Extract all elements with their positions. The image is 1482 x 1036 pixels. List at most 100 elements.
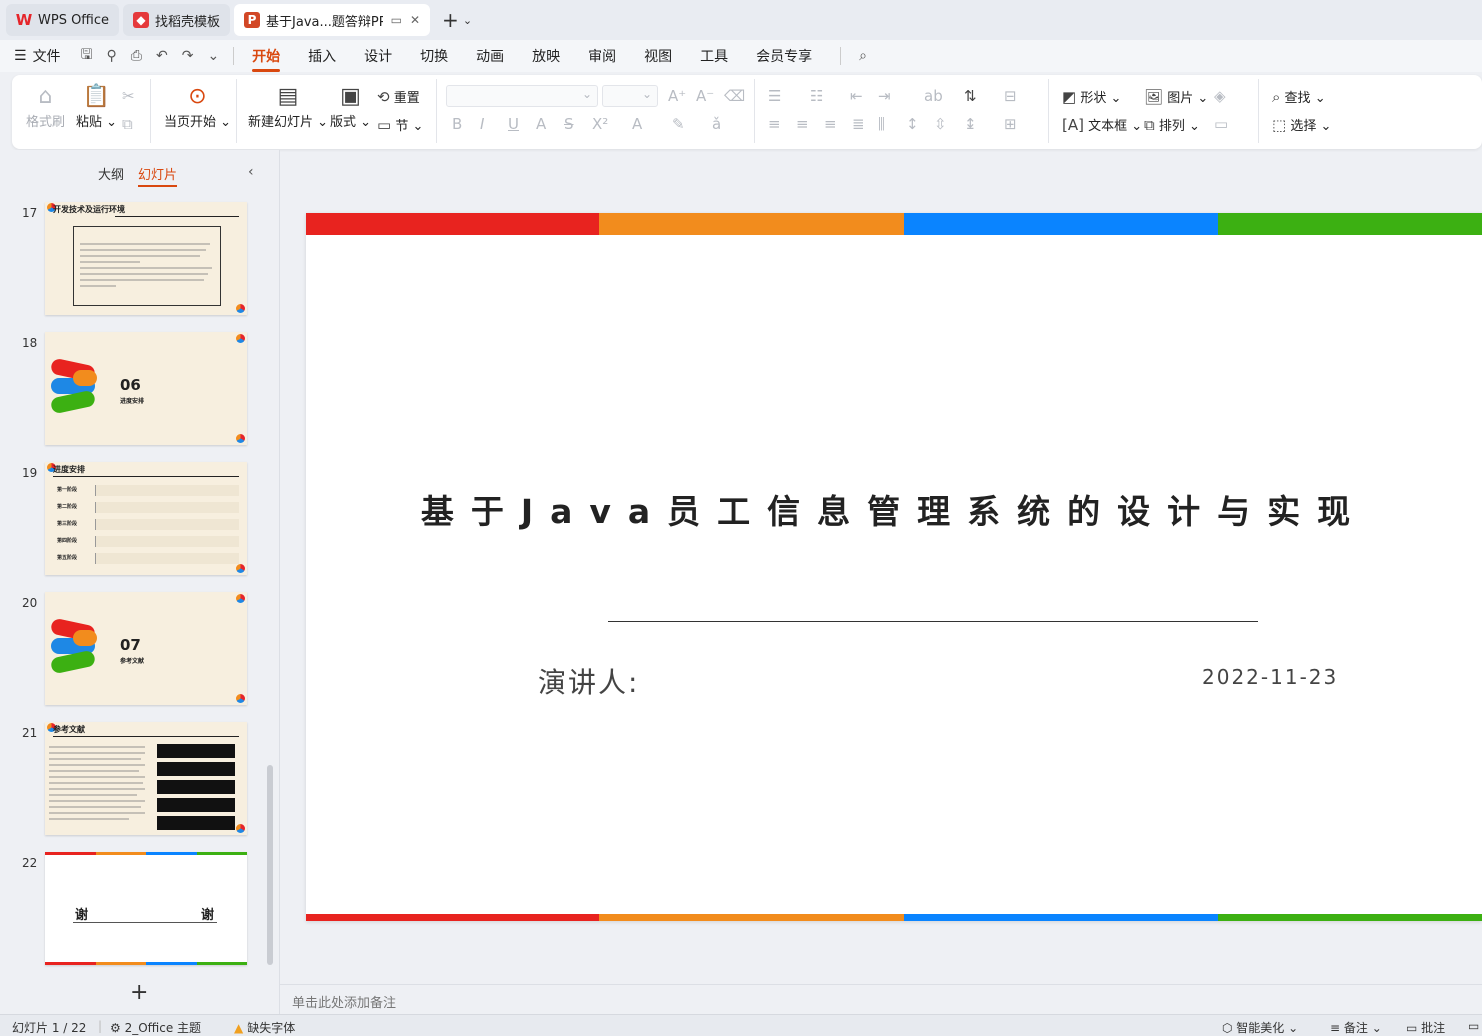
new-slide-button[interactable]: ▤ 新建幻灯片 ⌄ [248,83,328,130]
menu-tab-design[interactable]: 设计 [364,46,392,66]
view-normal-icon[interactable]: ▭ [1468,1019,1479,1033]
section-button[interactable]: ▭ 节 ⌄ [377,115,423,135]
superscript-button[interactable]: X² [592,115,608,133]
align-right-button[interactable]: ≡ [824,115,837,133]
shrink-font-button[interactable]: A⁻ [696,87,714,105]
add-slide-plus-icon[interactable]: + [130,980,148,1005]
select-button[interactable]: ⬚ 选择 ⌄ [1272,115,1331,135]
underline-button[interactable]: U [508,115,519,133]
reset-label: 重置 [393,91,420,106]
align-left-button[interactable]: ≡ [768,115,781,133]
grow-font-button[interactable]: A⁺ [668,87,686,105]
layout-button[interactable]: ▣ 版式 ⌄ [330,83,371,130]
reset-button[interactable]: ⟲ 重置 [377,87,420,107]
menu-tab-home[interactable]: 开始 [252,46,281,72]
tab-wps-office[interactable]: W WPS Office [6,4,120,36]
paragraph-spacing-button[interactable]: ⇳ [934,115,947,133]
save-icon[interactable]: 🖫 [81,44,93,68]
slide-thumbnail-20[interactable]: 07 参考文献 [45,592,247,705]
collapse-panel-icon[interactable]: ‹ [248,164,254,180]
print-preview-icon[interactable]: ⎙ [131,48,142,64]
missing-font-indicator[interactable]: ▲ 缺失字体 [234,1019,295,1036]
slide-thumbnail-17[interactable]: 开发技术及运行环境 [45,202,247,315]
menu-tab-animations[interactable]: 动画 [476,46,504,66]
timeline-row: 第二阶段 [53,501,241,515]
increase-indent-button[interactable]: ⇥ [878,87,891,105]
menu-tab-insert[interactable]: 插入 [308,46,336,66]
textbox-button[interactable]: [A] 文本框 ⌄ [1062,115,1142,135]
font-color-button[interactable]: A [632,115,642,133]
bullets-button[interactable]: ☰ [768,87,781,105]
menu-tab-review[interactable]: 审阅 [588,46,616,66]
font-family-select[interactable] [446,85,598,107]
tab-current-document[interactable]: P 基于Java...题答辩PPT ▭ ✕ [234,4,431,36]
italic-button[interactable]: I [480,115,484,133]
search-icon[interactable]: ⌕ [859,48,867,64]
new-tab-plus-icon[interactable]: + [442,8,459,32]
decrease-indent-button[interactable]: ⇤ [850,87,863,105]
comments-button[interactable]: ▭ 批注 [1406,1019,1445,1036]
redo-icon[interactable]: ↷ [182,48,194,64]
cut-button[interactable]: ✂ [122,87,135,105]
find-button[interactable]: ⌕ 查找 ⌄ [1272,87,1326,107]
phonetic-button[interactable]: ǎ [712,115,721,133]
arrange-button[interactable]: ⧉ 排列 ⌄ [1144,115,1200,135]
clear-format-button[interactable]: ⌫ [724,87,745,105]
menu-tab-transitions[interactable]: 切换 [420,46,448,66]
smart-beautify-button[interactable]: ⬡ 智能美化 ⌄ [1222,1019,1298,1036]
shadow-button[interactable]: A [536,115,546,133]
spacing-menu-button[interactable]: ↨ [964,115,977,133]
monitor-icon[interactable]: ▭ [391,13,402,27]
slide-canvas[interactable]: 基于Java员工信息管理系统的设计与实现 演讲人: 2022-11-23 [306,213,1482,921]
numbering-button[interactable]: ☷ [810,87,823,105]
align-text-button[interactable]: ⊟ [1004,87,1017,105]
speaker-label[interactable]: 演讲人: [538,661,639,701]
thumb-bottom-stripe [45,962,247,965]
menu-tab-member[interactable]: 会员专享 [756,46,812,66]
menu-tab-slideshow[interactable]: 放映 [532,46,560,66]
find-icon: ⌕ [1272,87,1281,106]
highlight-button[interactable]: ✎ [672,115,685,133]
tab-daoke-template[interactable]: ◆ 找稻壳模板 [123,4,231,36]
justify-button[interactable]: ≣ [852,115,865,133]
chevron-down-icon[interactable]: ⌄ [463,14,472,27]
quick-access-more-icon[interactable]: ⌄ [207,48,219,64]
columns-button[interactable]: ⊞ [1004,115,1017,133]
menu-tab-tools[interactable]: 工具 [700,46,728,66]
menu-tab-view[interactable]: 视图 [644,46,672,66]
fill-button[interactable]: ◈ [1214,87,1226,105]
thumbnail-scrollbar[interactable] [267,765,273,965]
distribute-button[interactable]: ⫼ [878,115,885,133]
notes-pane[interactable]: 单击此处添加备注 [280,984,1482,1014]
paste-button[interactable]: 📋 粘贴 ⌄ [76,83,117,130]
bold-button[interactable]: B [452,115,462,133]
tab-outline[interactable]: 大纲 [98,164,124,183]
share-icon[interactable]: ⚲ [107,48,117,64]
tab-slides[interactable]: 幻灯片 [138,164,178,187]
slide-thumbnail-19[interactable]: 进度安排 第一阶段 第二阶段 第三阶段 第四阶段 第五阶段 [45,462,247,575]
slide-thumbnail-21[interactable]: 参考文献 [45,722,247,835]
format-painter-button[interactable]: ⌂ 格式刷 [26,83,65,130]
slide-title[interactable]: 基于Java员工信息管理系统的设计与实现 [306,485,1482,533]
align-center-button[interactable]: ≡ [796,115,809,133]
hamburger-icon: ☰ [14,48,27,64]
line-spacing-button[interactable]: ↕ [906,115,919,133]
close-tab-icon[interactable]: ✕ [410,13,420,27]
slide-thumbnail-18[interactable]: 06 进度安排 [45,332,247,445]
file-menu-button[interactable]: ☰ 文件 [14,46,61,66]
copy-button[interactable]: ⧉ [122,115,133,133]
font-size-select[interactable] [602,85,658,107]
presentation-date[interactable]: 2022-11-23 [1202,665,1338,689]
notes-toggle-button[interactable]: ≡ 备注 ⌄ [1330,1019,1382,1036]
theme-indicator[interactable]: ⚙ 2_Office 主题 [110,1019,201,1036]
strikethrough-button[interactable]: S [564,115,574,133]
text-direction-button[interactable]: ⇅ [964,87,977,105]
picture-button[interactable]: 🖼 图片 ⌄ [1144,87,1208,107]
slide-thumbnail-22[interactable]: 谢 谢 [45,852,247,965]
play-from-current-button[interactable]: ⊙ 当页开始 ⌄ [164,83,231,130]
shape-button[interactable]: ◩ 形状 ⌄ [1062,87,1121,107]
undo-icon[interactable]: ↶ [156,48,168,64]
outline-button[interactable]: ▭ [1214,115,1228,133]
divider [754,79,755,143]
char-spacing-button[interactable]: ab [924,87,943,105]
